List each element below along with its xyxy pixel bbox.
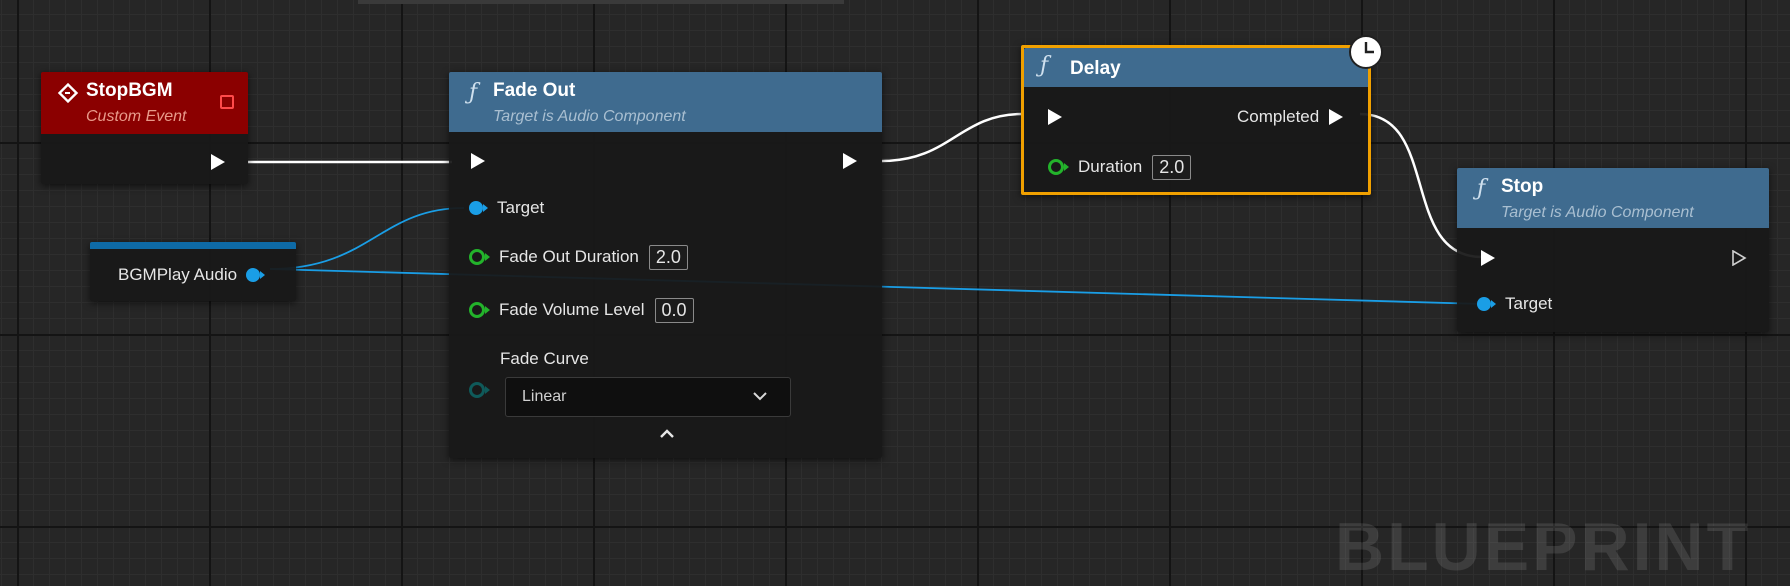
fade-out-header: ƒ Fade Out Target is Audio Component: [449, 72, 882, 132]
stop-target-pin[interactable]: Target: [1477, 290, 1552, 318]
delay-completed-label: Completed: [1237, 107, 1320, 126]
fade-volume-level-input[interactable]: 0.0: [654, 297, 694, 323]
variable-node-bgmplay-audio[interactable]: BGMPlay Audio: [90, 242, 296, 301]
top-scroll-track: [358, 0, 844, 4]
fade-curve-dropdown[interactable]: Linear: [505, 377, 791, 417]
function-node-stop[interactable]: ƒ Stop Target is Audio Component Target: [1457, 168, 1769, 332]
chevron-up-icon[interactable]: [659, 427, 675, 445]
fade-out-title: Fade Out: [493, 80, 576, 101]
event-node-subtitle: Custom Event: [86, 108, 187, 125]
blueprint-watermark: BLUEPRINT: [1335, 509, 1752, 585]
fade-volume-level-pin[interactable]: Fade Volume Level 0.0: [469, 296, 694, 324]
fade-out-exec-in-pin[interactable]: [471, 147, 485, 175]
object-out-pin[interactable]: [246, 268, 266, 282]
function-icon: ƒ: [1477, 176, 1486, 201]
function-node-fade-out[interactable]: ƒ Fade Out Target is Audio Component Tar…: [449, 72, 882, 458]
exec-out-hollow-icon[interactable]: [1731, 250, 1747, 266]
fade-out-exec-out-pin[interactable]: [843, 147, 857, 175]
clock-icon: [1348, 34, 1384, 75]
fade-out-duration-input[interactable]: 2.0: [648, 244, 688, 270]
target-object-pin[interactable]: [1477, 297, 1496, 311]
stop-subtitle: Target is Audio Component: [1501, 204, 1694, 221]
fade-curve-label: Fade Curve: [500, 349, 589, 368]
stop-exec-out-pin[interactable]: [1731, 244, 1747, 272]
bgmplay-audio-output[interactable]: BGMPlay Audio: [118, 261, 266, 289]
exec-wire-fadeout-to-delay[interactable]: [881, 112, 1023, 163]
function-node-delay[interactable]: ƒ Delay Completed Duration 2.0: [1021, 35, 1383, 195]
delay-header: ƒ Delay: [1024, 48, 1368, 87]
delay-duration-input[interactable]: 2.0: [1152, 154, 1192, 180]
stop-header: ƒ Stop Target is Audio Component: [1457, 168, 1769, 228]
fade-out-target-pin[interactable]: Target: [469, 194, 544, 222]
variable-label: BGMPlay Audio: [118, 265, 238, 284]
custom-event-node-stopbgm[interactable]: StopBGM Custom Event: [41, 72, 248, 184]
delay-exec-in-pin[interactable]: [1048, 103, 1062, 131]
float-pin-icon[interactable]: [1048, 159, 1069, 175]
fade-curve-pin[interactable]: [469, 352, 490, 398]
event-replicate-icon: [220, 95, 234, 109]
delay-duration-label: Duration: [1078, 157, 1143, 176]
event-node-header: StopBGM Custom Event: [41, 72, 248, 134]
event-node-title: StopBGM: [86, 80, 173, 101]
target-object-pin[interactable]: [469, 201, 488, 215]
delay-duration-pin[interactable]: Duration 2.0: [1048, 153, 1192, 181]
stop-target-label: Target: [1505, 294, 1553, 313]
target-label: Target: [497, 198, 545, 217]
fade-out-duration-pin[interactable]: Fade Out Duration 2.0: [469, 243, 688, 271]
fade-out-duration-label: Fade Out Duration: [499, 247, 639, 266]
object-wire-bgm-to-fadeout-target[interactable]: [269, 207, 465, 270]
delay-title: Delay: [1070, 58, 1121, 79]
fade-curve-selected-value: Linear: [522, 388, 567, 405]
stop-exec-in-pin[interactable]: [1481, 244, 1495, 272]
function-icon: ƒ: [469, 80, 478, 105]
float-pin-icon[interactable]: [469, 302, 490, 318]
delay-completed-pin[interactable]: Completed: [1237, 103, 1344, 131]
event-exec-out-pin[interactable]: [211, 148, 225, 176]
fade-out-subtitle: Target is Audio Component: [493, 108, 686, 125]
float-pin-icon[interactable]: [469, 249, 490, 265]
function-icon: ƒ: [1040, 53, 1049, 78]
enum-pin-icon[interactable]: [469, 382, 490, 398]
chevron-down-icon: [752, 389, 768, 407]
fade-volume-level-label: Fade Volume Level: [499, 300, 645, 319]
event-diamond-icon: [57, 82, 79, 109]
stop-title: Stop: [1501, 176, 1544, 197]
